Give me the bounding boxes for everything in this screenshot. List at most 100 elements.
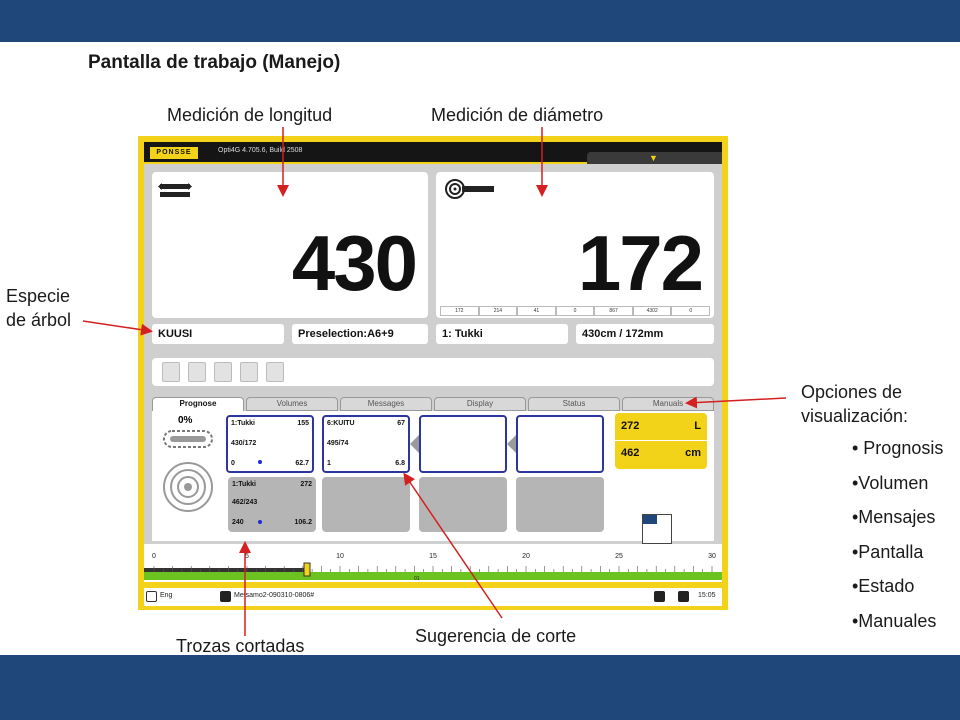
suggestion-card-4[interactable]	[516, 415, 604, 473]
slide-title: Pantalla de trabajo (Manejo)	[88, 52, 341, 73]
tab-manuals[interactable]: Manuals	[622, 397, 714, 411]
info-row: KUUSI Preselection:A6+9 1: Tukki 430cm /…	[152, 324, 714, 344]
bullet-item: •Pantalla	[852, 541, 924, 562]
ruler-sub-label: 01	[414, 576, 420, 582]
ruler-tick-label: 25	[615, 553, 623, 560]
status-bar: Eng Metsamo2-090310-0806# 15:05	[144, 588, 722, 606]
length-display: 430	[152, 172, 428, 318]
tool-button-4[interactable]	[240, 362, 258, 382]
callout-diameter: Medición de diámetro	[431, 105, 604, 125]
tab-messages[interactable]: Messages	[340, 397, 432, 411]
operator-icon	[220, 591, 231, 602]
divider	[615, 440, 707, 441]
cut-log-name: 1:Tukki	[232, 481, 256, 488]
empty-slot	[322, 477, 410, 532]
suggestion-left: 1	[327, 460, 331, 467]
callout-options-line1: Opciones de	[801, 382, 903, 402]
diameter-icon	[445, 179, 494, 199]
log-end-icon	[163, 430, 213, 512]
callout-options: Opciones de visualización:	[801, 380, 908, 428]
diameter-reading: 867	[594, 306, 633, 316]
suggestion-card-3[interactable]	[419, 415, 507, 473]
length-summary-val2: 462	[621, 447, 640, 459]
tab-display[interactable]: Display	[434, 397, 526, 411]
top-banner	[0, 0, 960, 42]
app-titlebar: PONSSE Opti4G 4.705.6, Build 2508 ▼	[144, 142, 722, 164]
tool-button-5[interactable]	[266, 362, 284, 382]
cut-log-left: 240	[232, 519, 244, 526]
suggestion-dims: 495/74	[327, 440, 349, 447]
file-label: Metsamo2-090310-0806#	[234, 592, 315, 599]
suggestion-name: 1:Tukki	[231, 420, 255, 427]
tool-button-1[interactable]	[162, 362, 180, 382]
species-field[interactable]: KUUSI	[152, 324, 284, 344]
bullet-item: •Estado	[852, 576, 915, 596]
diameter-reading: 0	[555, 306, 595, 316]
stem-minimap	[642, 514, 672, 544]
clock-label: 15:05	[698, 592, 716, 599]
suggestion-val1: 155	[297, 420, 309, 427]
callout-options-line2: visualización:	[801, 406, 909, 426]
ruler-tick-label: 0	[152, 553, 156, 560]
prognose-content: 0% 1:Tukki 272 462/243 240 106.2 1:Tukki…	[152, 411, 714, 544]
length-summary-box: 272 L 462 cm	[615, 413, 707, 469]
tool-button-2[interactable]	[188, 362, 206, 382]
minimap-block	[643, 515, 657, 524]
chevron-down-icon: ▼	[649, 153, 658, 163]
marker-dot	[258, 460, 262, 464]
length-summary-val1: 272	[621, 420, 640, 432]
tab-status[interactable]: Status	[528, 397, 620, 411]
empty-slot	[516, 477, 604, 532]
document-icon	[146, 591, 157, 602]
callout-species: Especie de árbol	[6, 284, 71, 332]
diameter-reading: 172	[440, 306, 479, 316]
suggestion-left: 0	[231, 460, 235, 467]
tab-volumes[interactable]: Volumes	[246, 397, 338, 411]
suggestion-name: 6:KUITU	[327, 420, 355, 427]
diameter-readings-row: 172 214 41 0 867 4302 0	[440, 306, 711, 316]
suggestion-card-2[interactable]: 6:KUITU 67 495/74 1 6.8	[322, 415, 410, 473]
bullet-item: • Prognosis	[852, 438, 944, 458]
ruler-tick-label: 5	[245, 553, 249, 560]
cut-log-card[interactable]: 1:Tukki 272 462/243 240 106.2	[228, 477, 316, 532]
preselection-field[interactable]: Preselection:A6+9	[292, 324, 428, 344]
assortment-field[interactable]: 1: Tukki	[436, 324, 568, 344]
dimensions-field: 430cm / 172mm	[576, 324, 714, 344]
ponsse-logo: PONSSE	[150, 147, 198, 159]
tool-bar	[152, 358, 714, 386]
menu-dropdown[interactable]: ▼	[587, 152, 722, 164]
empty-slot	[419, 477, 507, 532]
ruler-tick-label: 15	[429, 553, 437, 560]
diameter-reading: 214	[478, 306, 518, 316]
tool-button-3[interactable]	[214, 362, 232, 382]
marker-dot	[258, 520, 262, 524]
position-slider[interactable]	[303, 562, 311, 577]
suggestion-right: 6.8	[395, 460, 405, 467]
display-icon[interactable]	[678, 591, 689, 602]
callout-species-line1: Especie	[6, 286, 71, 306]
options-bullet-list: • Prognosis •Volumen •Mensajes •Pantalla…	[852, 438, 943, 645]
length-value: 430	[291, 219, 418, 307]
diameter-reading: 4302	[632, 306, 672, 316]
bullet-item: •Mensajes	[852, 507, 936, 527]
machine-icon[interactable]	[654, 591, 665, 602]
tab-prognose[interactable]: Prognose	[152, 397, 244, 411]
diameter-display: 172 172 214 41 0 867 4302 0	[436, 172, 714, 318]
suggestion-val1: 67	[397, 420, 405, 427]
length-summary-unit1: L	[694, 420, 701, 432]
ruler-tick-label: 10	[336, 553, 344, 560]
arrow-left-icon	[507, 435, 516, 453]
length-ruler: 0 5 10 15 20 25 30 01	[144, 544, 722, 582]
callout-cut-logs: Trozas cortadas	[176, 636, 305, 656]
bullet-item: •Volumen	[852, 472, 929, 493]
callout-species-line2: de árbol	[6, 310, 72, 330]
app-screenshot: PONSSE Opti4G 4.705.6, Build 2508 ▼ 430 …	[138, 136, 728, 610]
diameter-value: 172	[577, 219, 704, 307]
callout-length: Medición de longitud	[167, 105, 333, 125]
suggestion-right: 62.7	[295, 460, 309, 467]
suggestion-card-1[interactable]: 1:Tukki 155 430/172 0 62.7	[226, 415, 314, 473]
arrow-left-icon	[410, 435, 419, 453]
length-icon	[158, 183, 192, 197]
callout-cut-suggestion: Sugerencia de corte	[415, 626, 577, 646]
cut-log-val1: 272	[300, 481, 312, 488]
